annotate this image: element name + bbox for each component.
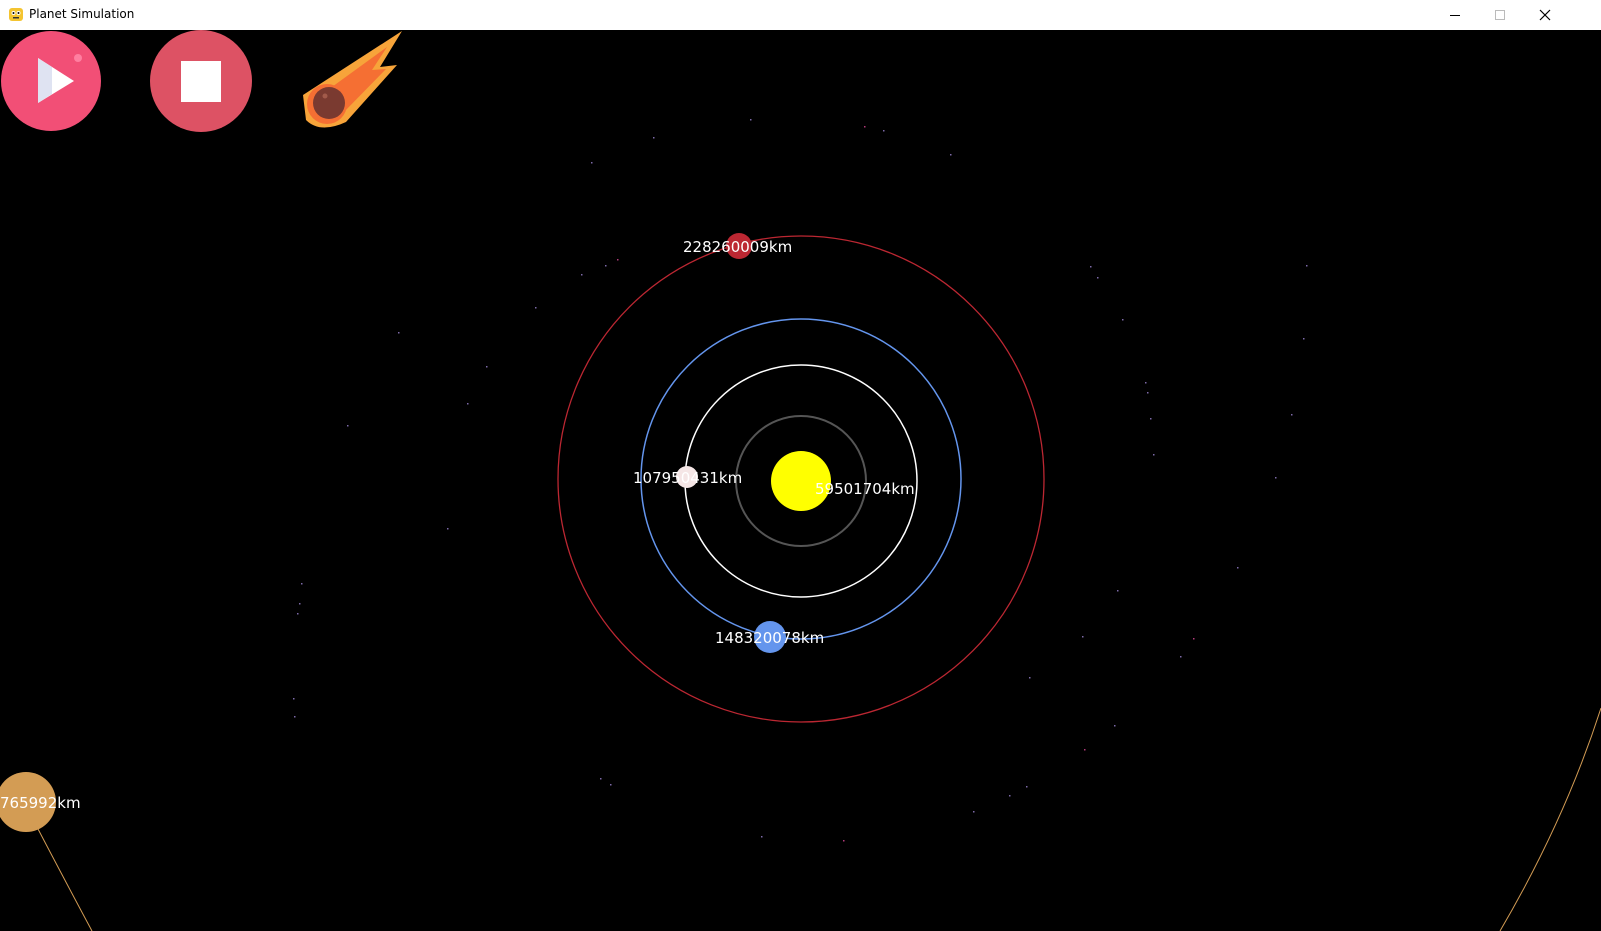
simulation-canvas[interactable]: 228260009km 107950431km 59501704km 14832… [0, 30, 1601, 931]
mercury-distance-label: 59501704km [815, 480, 915, 498]
maximize-button[interactable] [1477, 0, 1523, 30]
venus-distance-label: 107950431km [633, 469, 742, 487]
earth-distance-label: 148320078km [715, 629, 824, 647]
minimize-button[interactable] [1432, 0, 1478, 30]
minimize-icon [1450, 15, 1460, 16]
window-title: Planet Simulation [29, 7, 135, 21]
stop-icon [181, 61, 221, 102]
pygame-snake-icon [9, 8, 23, 21]
jupiter-distance-label: 765992km [0, 794, 81, 812]
maximize-icon [1495, 10, 1505, 20]
close-button[interactable] [1522, 0, 1568, 30]
stop-button[interactable] [150, 30, 252, 132]
window-titlebar: Planet Simulation [0, 0, 1601, 31]
mars-distance-label: 228260009km [683, 238, 792, 256]
close-icon [1539, 9, 1551, 21]
